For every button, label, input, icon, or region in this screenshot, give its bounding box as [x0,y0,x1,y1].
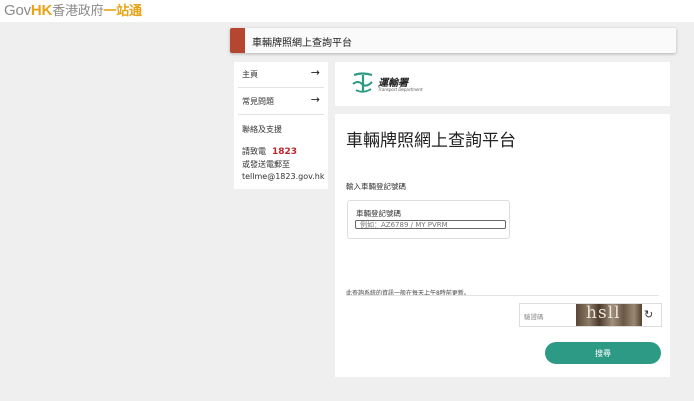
email-link[interactable]: tellme@1823.gov.hk [242,172,324,181]
hotline-line: 請致電 1823 [242,146,297,157]
govhk-logo[interactable]: GovHK香港政府一站通 [4,1,142,21]
refresh-icon[interactable]: ↻ [644,308,653,321]
sidebar-item-home[interactable]: 主頁 → [234,62,328,86]
search-form-card: 車輛牌照網上查詢平台 輸入車輛登記號碼 車輛登記號碼 此查詢系統的資訊一般在每天… [335,114,670,377]
plate-caption: 車輛登記號碼 [356,209,401,218]
form-divider [346,295,659,296]
logo-cn-accent-text: 一站通 [103,4,142,19]
email-prefix: 或發送電郵至 [242,160,290,169]
contact-heading: 聯絡及支援 [242,125,282,134]
entry-label: 輸入車輛登記號碼 [346,182,406,191]
department-name-en: Transport Department [378,87,423,92]
form-title: 車輛牌照網上查詢平台 [346,131,516,151]
logo-cn-main-text: 香港政府 [52,4,104,19]
sidebar-divider [238,114,324,115]
plate-number-input[interactable] [355,220,506,229]
sidebar-item-label: 主頁 [242,70,258,79]
department-card: 運輸署 Transport Department [335,62,670,106]
captcha-image: hsll [576,304,642,326]
sidebar: 主頁 → 常見問題 → 聯絡及支援 請致電 1823 或發送電郵至 tellme@… [234,62,328,189]
arrow-right-icon: → [310,93,320,106]
arrow-right-icon: → [310,66,320,79]
search-button[interactable]: 搜尋 [545,342,661,364]
sidebar-item-label: 常見問題 [242,97,274,106]
captcha-row: 驗證碼 hsll ↻ [519,303,662,327]
page-title: 車輛牌照網上查詢平台 [252,38,352,49]
logo-gov-text: Gov [4,2,31,19]
captcha-input[interactable]: 驗證碼 [524,311,544,321]
call-prefix: 請致電 [242,147,266,156]
title-accent-bar [230,28,245,53]
sidebar-item-faq[interactable]: 常見問題 → [234,89,328,113]
page-title-bar: 車輛牌照網上查詢平台 [230,28,676,53]
top-bar: GovHK香港政府一站通 [0,0,694,22]
captcha-text: hsll [586,304,621,323]
hotline-number[interactable]: 1823 [272,147,297,157]
sidebar-divider [238,87,324,88]
logo-hk-text: HK [30,2,53,19]
plate-input-group: 車輛登記號碼 [347,200,510,239]
transport-department-logo-icon [350,72,376,98]
